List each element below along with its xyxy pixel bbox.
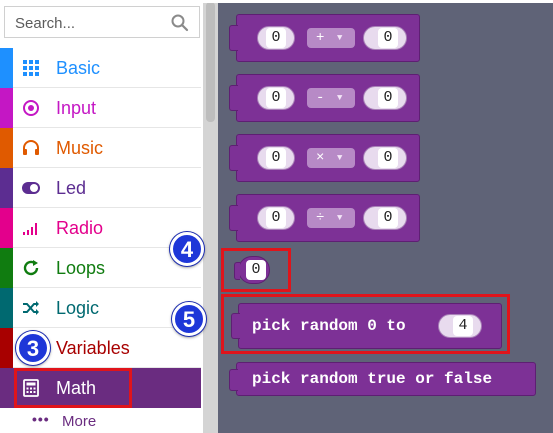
- category-more[interactable]: ••• More: [0, 407, 201, 433]
- chevron-down-icon: ▼: [337, 153, 343, 163]
- category-color-bar: [0, 128, 13, 168]
- category-label: Radio: [56, 218, 104, 238]
- search-input[interactable]: [15, 13, 165, 33]
- category-music[interactable]: Music: [0, 128, 201, 168]
- category-color-bar: [0, 48, 13, 88]
- category-basic[interactable]: Basic: [0, 48, 201, 88]
- right-operand-input[interactable]: 0: [378, 28, 398, 48]
- operator-dropdown[interactable]: × ▼: [307, 148, 355, 168]
- left-operand-slot: 0: [257, 86, 295, 110]
- block-connector: [229, 25, 238, 51]
- toggle-icon: [22, 182, 40, 194]
- left-operand-input[interactable]: 0: [266, 148, 286, 168]
- headphones-icon: [23, 140, 39, 155]
- shuffle-icon: [23, 301, 39, 315]
- right-operand-slot: 0: [363, 146, 407, 170]
- step-badge-4: 4: [170, 232, 204, 266]
- grid-icon: [23, 60, 39, 76]
- operator-dropdown[interactable]: ÷ ▼: [307, 208, 355, 228]
- right-operand-input[interactable]: 0: [378, 148, 398, 168]
- pick-random-boolean-label: pick random true or false: [252, 370, 493, 388]
- category-label: Input: [56, 98, 97, 118]
- left-operand-input[interactable]: 0: [266, 28, 286, 48]
- search-box[interactable]: [4, 6, 200, 38]
- category-logic[interactable]: Logic: [0, 288, 201, 328]
- pick-random-highlight-box: [221, 294, 510, 354]
- right-operand-input[interactable]: 0: [378, 88, 398, 108]
- category-label: Basic: [56, 58, 101, 78]
- category-input[interactable]: Input: [0, 88, 201, 128]
- input-circle-icon: [23, 100, 39, 116]
- block-connector: [229, 145, 238, 171]
- category-label: Loops: [56, 258, 106, 278]
- category-label: Variables: [56, 338, 130, 358]
- step-badge-5: 5: [172, 302, 206, 336]
- math-divide-block[interactable]: 0 ÷ ▼ 0: [229, 194, 420, 242]
- operator-symbol: -: [316, 90, 325, 106]
- chevron-down-icon: ▼: [337, 33, 343, 43]
- blocks-workspace[interactable]: 0 + ▼ 0 0 - ▼ 0 0 × ▼ 0 0 ÷ ▼ 0 0 pick r…: [170, 0, 553, 433]
- operator-symbol: +: [316, 30, 325, 46]
- chevron-down-icon: ▼: [337, 93, 343, 103]
- right-operand-input[interactable]: 0: [378, 208, 398, 228]
- step-badge-3: 3: [16, 331, 50, 365]
- category-color-bar: [0, 168, 13, 208]
- left-operand-slot: 0: [257, 206, 295, 230]
- left-operand-slot: 0: [257, 26, 295, 50]
- category-label: More: [62, 413, 97, 430]
- category-led[interactable]: Led: [0, 168, 201, 208]
- chevron-down-icon: ▼: [337, 213, 343, 223]
- signal-bars-icon: [23, 223, 37, 235]
- math-highlight-box: [14, 368, 132, 408]
- category-label: Logic: [56, 298, 100, 318]
- top-edge-line: [0, 0, 553, 3]
- right-operand-slot: 0: [363, 206, 407, 230]
- block-connector: [229, 205, 238, 231]
- category-color-bar: [0, 328, 13, 368]
- pick-random-boolean-block[interactable]: pick random true or false: [229, 362, 536, 396]
- refresh-icon: [23, 260, 39, 276]
- category-color-bar: [0, 208, 13, 248]
- operator-symbol: ÷: [316, 210, 325, 226]
- toolbox-scrollbar[interactable]: [203, 0, 218, 433]
- search-icon[interactable]: [171, 14, 189, 32]
- math-add-block[interactable]: 0 + ▼ 0: [229, 14, 420, 62]
- left-operand-input[interactable]: 0: [266, 208, 286, 228]
- category-label: Music: [56, 138, 104, 158]
- more-dots-icon: •••: [32, 411, 50, 427]
- right-operand-slot: 0: [363, 86, 407, 110]
- left-operand-input[interactable]: 0: [266, 88, 286, 108]
- category-color-bar: [0, 288, 13, 328]
- number-block-highlight-box: [221, 248, 291, 292]
- category-label: Led: [56, 178, 87, 198]
- operator-symbol: ×: [316, 150, 325, 166]
- left-operand-slot: 0: [257, 146, 295, 170]
- math-multiply-block[interactable]: 0 × ▼ 0: [229, 134, 420, 182]
- math-subtract-block[interactable]: 0 - ▼ 0: [229, 74, 420, 122]
- category-color-bar: [0, 248, 13, 288]
- right-operand-slot: 0: [363, 26, 407, 50]
- category-color-bar: [0, 88, 13, 128]
- scrollbar-thumb[interactable]: [206, 2, 215, 122]
- operator-dropdown[interactable]: + ▼: [307, 28, 355, 48]
- block-connector: [229, 85, 238, 111]
- operator-dropdown[interactable]: - ▼: [307, 88, 355, 108]
- block-connector: [229, 369, 238, 391]
